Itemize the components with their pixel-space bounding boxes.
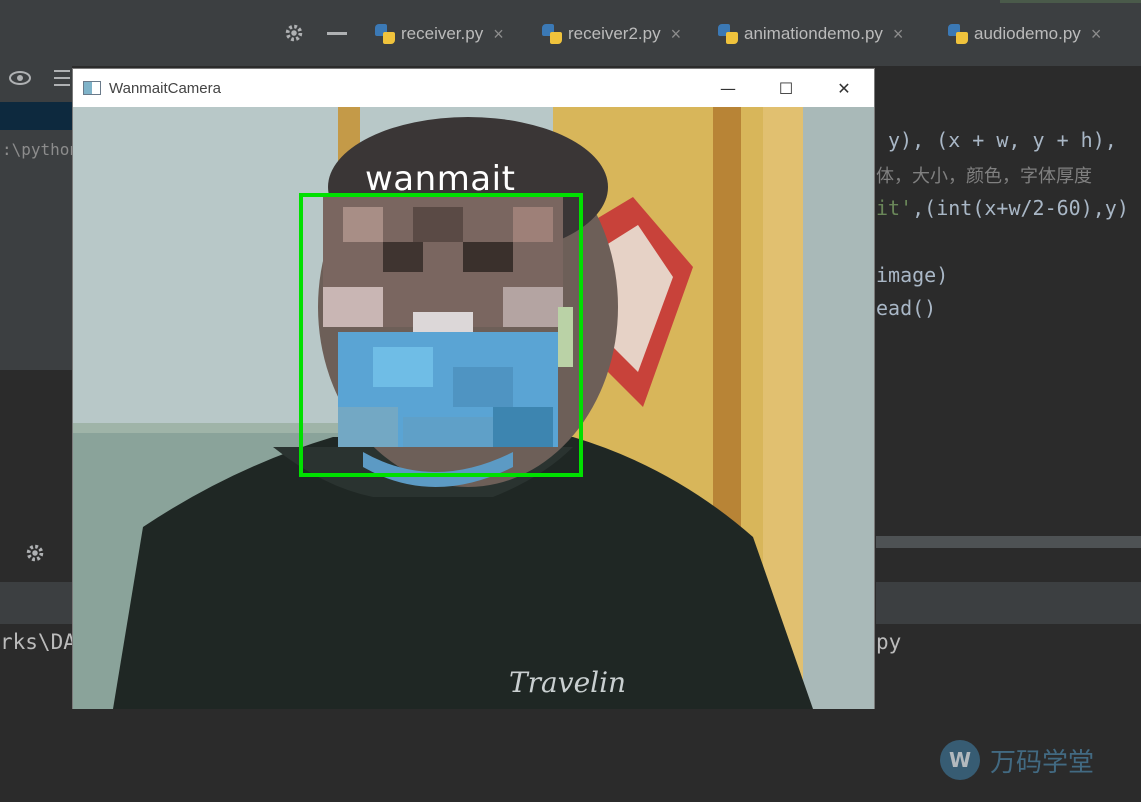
tab-receiver[interactable]: receiver.py × (375, 18, 504, 50)
tab-audiodemo[interactable]: audiodemo.py × (948, 18, 1101, 50)
watermark-text: 万码学堂 (990, 747, 1095, 778)
collapse-icon[interactable] (52, 66, 72, 95)
tab-label: receiver.py (401, 24, 484, 43)
console-output-left: rks\DA (0, 630, 76, 654)
tab-animationdemo[interactable]: animationdemo.py × (718, 18, 903, 50)
tab-label: receiver2.py (568, 24, 661, 43)
window-title: WanmaitCamera (109, 79, 221, 97)
watermark: W 万码学堂 (940, 740, 1094, 780)
python-file-icon (542, 24, 562, 44)
code-line: image) (876, 263, 949, 287)
maximize-icon: ☐ (778, 78, 794, 98)
face-detection-label: wanmait (365, 159, 516, 199)
hoodie-logo: Travelin (509, 666, 626, 699)
code-line: ead() (876, 296, 937, 320)
minimize-panel-icon[interactable] (327, 32, 347, 35)
settings-gear-icon-lower[interactable] (24, 542, 46, 569)
tab-label: audiodemo.py (974, 24, 1081, 43)
wanmait-logo-icon: W (940, 740, 980, 780)
close-tab-icon[interactable]: × (671, 24, 682, 45)
pixelated-face (323, 197, 573, 447)
project-panel-selected-row[interactable] (0, 102, 72, 130)
python-file-icon (948, 24, 968, 44)
close-button[interactable]: ✕ (815, 69, 873, 107)
camera-window-titlebar[interactable]: WanmaitCamera — ☐ ✕ (73, 69, 874, 107)
code-comment-line: 体，大小，颜色，字体厚度 (876, 166, 1092, 187)
minimize-icon: — (720, 78, 736, 98)
tab-receiver2[interactable]: receiver2.py × (542, 18, 681, 50)
run-panel-header-left (0, 582, 72, 624)
camera-window[interactable]: WanmaitCamera — ☐ ✕ Travelin wanmait (72, 68, 875, 709)
code-string: it' (876, 196, 913, 220)
code-args: ,(int(x+w/2-60),y) (912, 196, 1129, 220)
maximize-button[interactable]: ☐ (757, 69, 815, 107)
camera-feed: Travelin wanmait (73, 107, 874, 709)
editor-horizontal-scrollbar[interactable] (876, 536, 1141, 548)
minimize-button[interactable]: — (699, 69, 757, 107)
close-tab-icon[interactable]: × (493, 24, 504, 45)
close-tab-icon[interactable]: × (1091, 24, 1102, 45)
code-editor[interactable]: y), (x + w, y + h), 体，大小，颜色，字体厚度 it',(in… (876, 66, 1141, 536)
close-icon: ✕ (837, 78, 851, 98)
python-file-icon (375, 24, 395, 44)
settings-gear-icon[interactable] (283, 22, 305, 48)
console-output-right: py (876, 630, 902, 654)
eye-icon[interactable] (8, 66, 32, 95)
tab-label: animationdemo.py (744, 24, 883, 43)
active-tab-indicator (1000, 0, 1141, 3)
code-line: it',(int(x+w/2-60),y) (876, 196, 1129, 220)
ide-toolbar-left (0, 0, 360, 66)
app-window-icon (83, 81, 101, 95)
close-tab-icon[interactable]: × (893, 24, 904, 45)
run-panel-header (876, 582, 1141, 624)
python-file-icon (718, 24, 738, 44)
code-line: y), (x + w, y + h), (888, 128, 1117, 152)
